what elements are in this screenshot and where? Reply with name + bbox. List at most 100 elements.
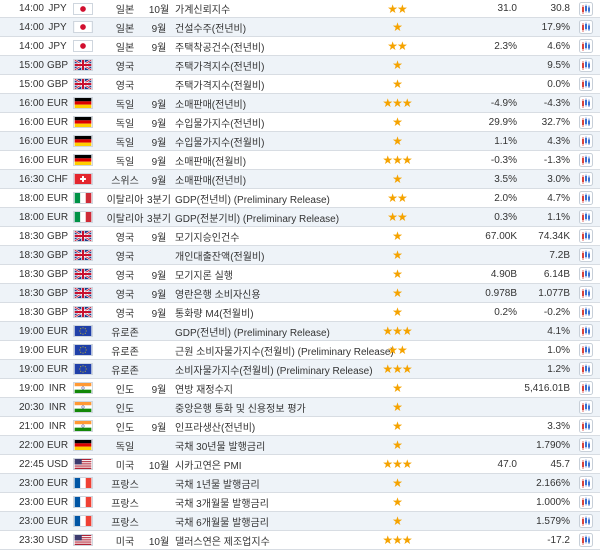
event-name[interactable]: GDP(전년비) (Preliminary Release): [175, 189, 375, 207]
us-flag-icon: [73, 458, 93, 470]
alarm-icon[interactable]: [579, 343, 593, 357]
event-name[interactable]: 중앙은행 통화 및 신용정보 평가: [175, 398, 375, 416]
event-name[interactable]: 소비자물가지수(전월비) (Preliminary Release): [175, 360, 375, 378]
alarm-icon[interactable]: [579, 58, 593, 72]
alarm-icon[interactable]: [579, 438, 593, 452]
gb-flag-icon: [73, 268, 93, 280]
alarm-icon[interactable]: [579, 153, 593, 167]
currency-code: JPY: [48, 40, 67, 52]
event-name[interactable]: 가계신뢰지수: [175, 0, 375, 17]
event-name[interactable]: 영란은행 소비자신용: [175, 284, 375, 302]
currency-code: USD: [46, 534, 69, 546]
country-name: 영국: [115, 308, 135, 320]
alarm-icon[interactable]: [579, 96, 593, 110]
importance-stars: ★: [392, 58, 403, 72]
alarm-icon[interactable]: [579, 533, 593, 547]
alarm-icon[interactable]: [579, 400, 593, 414]
importance-stars: ★★: [387, 210, 408, 224]
gb-flag-icon: [73, 230, 93, 242]
event-name[interactable]: 모기지론 실행: [175, 265, 375, 283]
event-name[interactable]: 연방 재정수지: [175, 379, 375, 397]
currency-code: USD: [46, 458, 69, 470]
event-time: 23:00: [18, 477, 44, 489]
event-name[interactable]: 소매판매(전년비): [175, 94, 375, 112]
table-row: 15:00 GBP 영국 주택가격지수(전년비) ★ 9.5%: [0, 56, 600, 75]
alarm-icon[interactable]: [579, 381, 593, 395]
in-flag-icon: [73, 420, 93, 432]
alarm-icon[interactable]: [579, 286, 593, 300]
event-name[interactable]: 주택착공건수(전년비): [175, 37, 375, 55]
event-name[interactable]: 국채 1년물 발행금리: [175, 474, 375, 492]
event-name[interactable]: 건설수주(전년비): [175, 18, 375, 36]
alarm-icon[interactable]: [579, 267, 593, 281]
event-period: [148, 341, 170, 359]
event-name[interactable]: GDP(전년비) (Preliminary Release): [175, 322, 375, 340]
gb-flag-icon: [73, 59, 93, 71]
country-name: 인도: [115, 403, 135, 415]
alarm-icon[interactable]: [579, 229, 593, 243]
alarm-icon[interactable]: [579, 191, 593, 205]
currency-code: JPY: [48, 21, 67, 33]
in-flag-icon: [73, 382, 93, 394]
event-name[interactable]: 수입물가지수(전월비): [175, 132, 375, 150]
event-name[interactable]: 통화량 M4(전월비): [175, 303, 375, 321]
event-time: 16:00: [18, 97, 44, 109]
table-row: 22:00 EUR 독일 국채 30년물 발행금리 ★ 1.790%: [0, 436, 600, 455]
alarm-icon[interactable]: [579, 134, 593, 148]
alarm-icon[interactable]: [579, 362, 593, 376]
alarm-icon[interactable]: [579, 248, 593, 262]
event-name[interactable]: 국채 3개월물 발행금리: [175, 493, 375, 511]
importance-stars: ★: [392, 286, 403, 300]
jp-flag-icon: [73, 21, 93, 33]
alarm-icon[interactable]: [579, 39, 593, 53]
actual-value: [450, 531, 517, 549]
alarm-icon[interactable]: [579, 20, 593, 34]
event-name[interactable]: 모기지승인건수: [175, 227, 375, 245]
in-flag-icon: [73, 401, 93, 413]
event-name[interactable]: 국채 6개월물 발행금리: [175, 512, 375, 530]
event-name[interactable]: 수입물가지수(전년비): [175, 113, 375, 131]
gb-flag-icon: [73, 306, 93, 318]
alarm-icon[interactable]: [579, 457, 593, 471]
event-name[interactable]: 댈러스연은 제조업지수: [175, 531, 375, 549]
event-name[interactable]: 개인대출잔액(전월비): [175, 246, 375, 264]
alarm-icon[interactable]: [579, 210, 593, 224]
event-period: 9월: [151, 175, 167, 187]
importance-stars: ★: [392, 400, 403, 414]
event-name[interactable]: 인프라생산(전년비): [175, 417, 375, 435]
event-name[interactable]: 소매판매(전년비): [175, 170, 375, 188]
forecast-value: 1.790%: [536, 439, 570, 451]
event-time: 18:30: [18, 287, 44, 299]
alarm-icon[interactable]: [579, 305, 593, 319]
actual-value: [450, 512, 517, 530]
alarm-icon[interactable]: [579, 324, 593, 338]
event-name[interactable]: 주택가격지수(전월비): [175, 75, 375, 93]
event-name[interactable]: 소매판매(전월비): [175, 151, 375, 169]
event-name[interactable]: GDP(전분기비) (Preliminary Release): [175, 208, 375, 226]
importance-stars: ★: [392, 476, 403, 490]
currency-code: EUR: [46, 116, 69, 128]
alarm-icon[interactable]: [579, 476, 593, 490]
alarm-icon[interactable]: [579, 2, 593, 16]
alarm-icon[interactable]: [579, 115, 593, 129]
alarm-icon[interactable]: [579, 172, 593, 186]
event-name[interactable]: 주택가격지수(전년비): [175, 56, 375, 74]
event-period: 9월: [151, 270, 167, 282]
currency-code: GBP: [46, 306, 69, 318]
forecast-value: 17.9%: [541, 21, 570, 33]
gb-flag-icon: [73, 287, 93, 299]
forecast-value: 4.7%: [547, 192, 570, 204]
event-name[interactable]: 시카고연은 PMI: [175, 455, 375, 473]
event-name[interactable]: 근원 소비자물가지수(전월비) (Preliminary Release): [175, 341, 394, 359]
importance-stars: ★★★: [382, 153, 412, 167]
alarm-icon[interactable]: [579, 495, 593, 509]
country-name: 미국: [115, 536, 135, 548]
alarm-icon[interactable]: [579, 514, 593, 528]
currency-code: EUR: [46, 154, 69, 166]
table-row: 18:30 GBP 영국 9월 모기지론 실행 ★ 4.90B 6.14B: [0, 265, 600, 284]
alarm-icon[interactable]: [579, 77, 593, 91]
forecast-value: 0.0%: [547, 78, 570, 90]
alarm-icon[interactable]: [579, 419, 593, 433]
event-name[interactable]: 국채 30년물 발행금리: [175, 436, 375, 454]
table-row: 19:00 EUR 유로존 GDP(전년비) (Preliminary Rele…: [0, 322, 600, 341]
